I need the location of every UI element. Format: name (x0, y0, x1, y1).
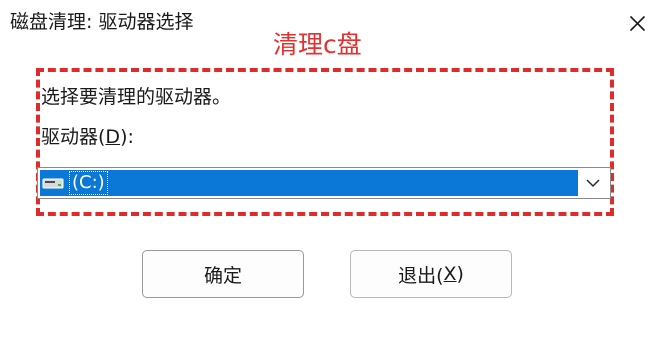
chevron-down-icon[interactable] (585, 177, 601, 189)
exit-button[interactable]: 退出(X) (350, 250, 512, 298)
ok-button[interactable]: 确定 (142, 250, 304, 298)
exit-button-accesskey: X (443, 263, 457, 285)
close-icon (629, 15, 645, 31)
annotation-label: 清理c盘 (273, 30, 362, 59)
drive-select[interactable]: (C:) (37, 167, 611, 199)
drive-icon (42, 178, 64, 189)
window-title: 磁盘清理: 驱动器选择 (10, 11, 194, 33)
exit-button-prefix: 退出( (398, 264, 444, 287)
drive-label-accesskey: D (105, 126, 121, 148)
drive-select-value: (C:) (69, 171, 108, 195)
drive-label-suffix: ): (120, 126, 134, 148)
exit-button-suffix: ) (456, 263, 464, 285)
prompt-text: 选择要清理的驱动器。 (41, 86, 232, 108)
close-button[interactable] (618, 2, 656, 44)
drive-label-prefix: 驱动器( (41, 126, 106, 148)
drive-label: 驱动器(D): (41, 124, 134, 150)
disk-cleanup-dialog: 磁盘清理: 驱动器选择 清理c盘 选择要清理的驱动器。 驱动器(D): (C:)… (0, 0, 660, 343)
drive-select-selected-option[interactable]: (C:) (40, 170, 578, 196)
